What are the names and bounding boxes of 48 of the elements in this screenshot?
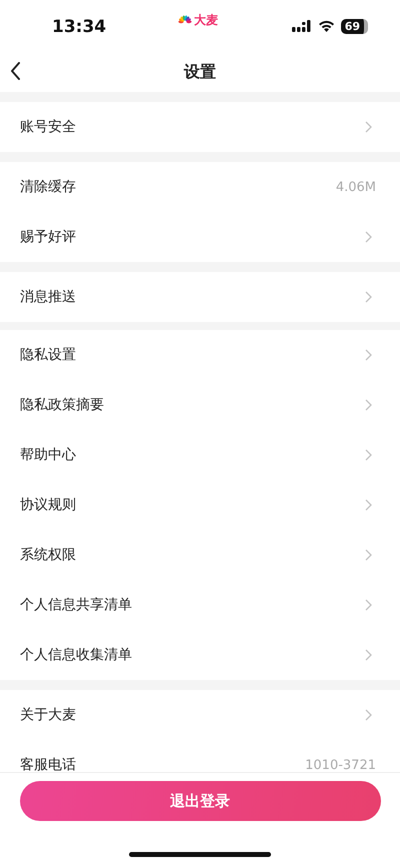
row-label: 消息推送 [20, 288, 76, 306]
app-name: 大麦 [194, 12, 218, 29]
settings-row[interactable]: 个人信息收集清单 [0, 630, 400, 680]
row-value: 1010-3721 [305, 758, 376, 772]
row-label: 客服电话 [20, 756, 76, 772]
chevron-icon [365, 399, 372, 411]
chevron-icon [365, 649, 372, 661]
row-label: 关于大麦 [20, 706, 76, 724]
wifi-icon [318, 20, 335, 32]
chevron-icon [365, 499, 372, 511]
row-label: 隐私设置 [20, 346, 76, 364]
settings-row[interactable]: 赐予好评 [0, 212, 400, 262]
settings-row[interactable]: 帮助中心 [0, 430, 400, 480]
row-label: 清除缓存 [20, 178, 76, 196]
settings-row[interactable]: 系统权限 [0, 530, 400, 580]
signal-icon [292, 20, 312, 32]
settings-row[interactable]: 消息推送 [0, 272, 400, 322]
settings-row[interactable]: 隐私政策摘要 [0, 380, 400, 430]
chevron-icon [365, 349, 372, 361]
chevron-icon [365, 231, 372, 243]
row-label: 帮助中心 [20, 446, 76, 464]
status-time: 13:34 [52, 16, 108, 37]
chevron-icon [365, 709, 372, 721]
battery-level: 69 [340, 18, 368, 34]
settings-row[interactable]: 清除缓存 4.06M [0, 162, 400, 212]
row-label: 系统权限 [20, 546, 76, 564]
settings-row[interactable]: 个人信息共享清单 [0, 580, 400, 630]
settings-row[interactable]: 账号安全 [0, 102, 400, 152]
settings-row[interactable]: 协议规则 [0, 480, 400, 530]
back-icon [10, 62, 21, 80]
row-label: 协议规则 [20, 496, 76, 514]
settings-row[interactable]: 客服电话 1010-3721 [0, 740, 400, 772]
row-label: 赐予好评 [20, 228, 76, 246]
row-label: 个人信息收集清单 [20, 646, 132, 664]
page-title: 设置 [184, 62, 216, 82]
chevron-icon [365, 549, 372, 561]
logout-button[interactable]: 退出登录 [20, 781, 380, 821]
back-button[interactable] [8, 62, 23, 80]
chevron-icon [365, 449, 372, 461]
row-label: 个人信息共享清单 [20, 596, 132, 614]
chevron-icon [365, 121, 372, 133]
settings-row[interactable]: 隐私设置 [0, 330, 400, 380]
chevron-icon [365, 291, 372, 303]
row-label: 账号安全 [20, 118, 76, 136]
row-value: 4.06M [336, 180, 376, 194]
row-label: 隐私政策摘要 [20, 396, 104, 414]
chevron-icon [365, 599, 372, 611]
settings-row[interactable]: 关于大麦 [0, 690, 400, 740]
